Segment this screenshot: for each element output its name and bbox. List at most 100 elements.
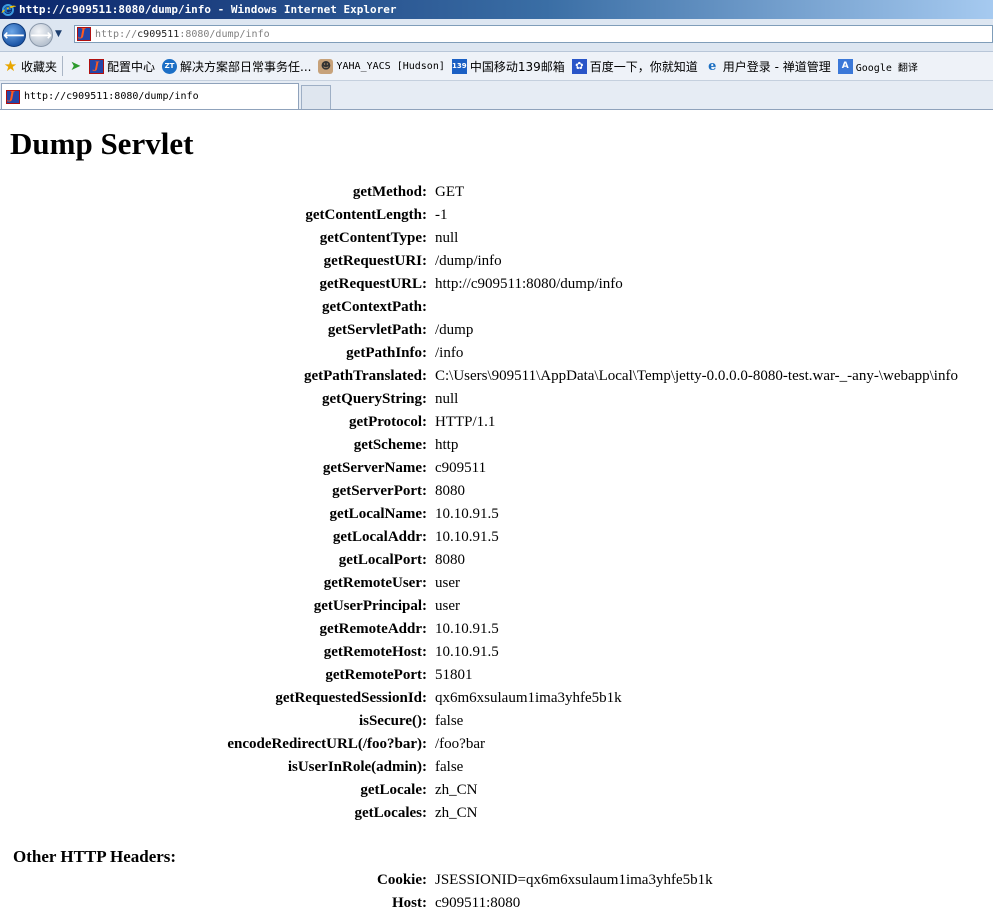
request-info-row: isUserInRole(admin): false <box>0 756 993 779</box>
field-value: 10.10.91.5 <box>435 506 499 522</box>
field-value: /dump/info <box>435 253 502 269</box>
add-favorite-button[interactable]: ➤ <box>68 59 86 74</box>
address-field[interactable]: http://c909511:8080/dump/info <box>74 25 993 43</box>
request-info-row: getPathTranslated: C:\Users\909511\AppDat… <box>0 365 993 388</box>
request-info-row: getRemoteAddr: 10.10.91.5 <box>0 618 993 641</box>
navigation-bar: ⟵ ⟶ ▼ http://c909511:8080/dump/info <box>0 19 993 52</box>
request-info-row: getRemoteUser: user <box>0 572 993 595</box>
favorite-link-139-mail[interactable]: 139 中国移动139邮箱 <box>451 58 565 75</box>
request-info-row: getRequestedSessionId: qx6m6xsulaum1ima3y… <box>0 687 993 710</box>
baidu-icon: ✿ <box>571 58 587 74</box>
field-name: getProtocol: <box>348 414 427 430</box>
field-value: JSESSIONID=qx6m6xsulaum1ima3yhfe5b1k <box>435 872 713 888</box>
tab-favicon-icon <box>6 89 20 104</box>
field-name: getRequestURL: <box>319 276 427 292</box>
field-name: getMethod: <box>352 184 427 200</box>
field-name: getUserPrincipal: <box>313 598 427 614</box>
add-to-favorites-icon: ➤ <box>70 58 81 74</box>
field-name: getServletPath: <box>327 322 427 338</box>
request-info-row: getLocale: zh_CN <box>0 779 993 802</box>
field-name: getQueryString: <box>322 391 427 407</box>
field-value: /foo?bar <box>435 736 485 752</box>
page-title: Dump Servlet <box>10 126 194 161</box>
tab-dump-info[interactable]: http://c909511:8080/dump/info <box>1 83 299 109</box>
field-value: 10.10.91.5 <box>435 621 499 637</box>
field-name: getLocalPort: <box>338 552 427 568</box>
http-headers-table: Cookie: JSESSIONID=qx6m6xsulaum1ima3yhfe5… <box>0 869 993 915</box>
field-value: user <box>435 575 460 591</box>
field-value: 10.10.91.5 <box>435 644 499 660</box>
favorite-link-zentao-login[interactable]: e 用户登录 - 禅道管理 <box>705 58 831 75</box>
request-info-row: getQueryString: null <box>0 388 993 411</box>
field-name: getLocale: <box>360 782 427 798</box>
field-name: Host: <box>392 895 427 911</box>
forward-button[interactable]: ⟶ <box>29 23 53 47</box>
favorite-link-solutions[interactable]: ZT 解决方案部日常事务任... <box>162 58 311 75</box>
field-value: qx6m6xsulaum1ima3yhfe5b1k <box>435 690 622 706</box>
window-title: http://c909511:8080/dump/info - Windows … <box>19 3 397 16</box>
field-value: zh_CN <box>435 782 478 798</box>
field-name: Cookie: <box>377 872 427 888</box>
tab-bar: http://c909511:8080/dump/info <box>0 81 993 110</box>
field-name: getContentType: <box>319 230 427 246</box>
field-name: getRemoteUser: <box>323 575 427 591</box>
headers-section-title: Other HTTP Headers: <box>13 847 177 866</box>
hudson-icon: ☻ <box>318 58 334 74</box>
header-row: Cookie: JSESSIONID=qx6m6xsulaum1ima3yhfe5… <box>0 869 993 892</box>
field-name: getRequestURI: <box>323 253 427 269</box>
field-value: GET <box>435 184 465 200</box>
favorite-link-google-translate[interactable]: A Google 翻译 <box>837 58 918 74</box>
field-value: c909511 <box>435 460 487 476</box>
favorites-separator <box>62 56 64 76</box>
new-tab-button[interactable] <box>301 85 331 109</box>
field-value: /dump <box>435 322 474 338</box>
star-icon: ★ <box>3 57 18 75</box>
field-value: http://c909511:8080/dump/info <box>435 276 623 292</box>
favorite-link-hudson[interactable]: ☻ YAHA_YACS [Hudson] <box>318 58 445 74</box>
field-name: getContentLength: <box>305 207 427 223</box>
favorites-button[interactable]: ★ 收藏夹 <box>3 57 57 75</box>
field-value: zh_CN <box>435 805 478 821</box>
field-value: false <box>435 713 464 729</box>
back-arrow-icon: ⟵ <box>3 26 25 44</box>
field-value: c909511:8080 <box>435 895 521 911</box>
field-name: getServerPort: <box>332 483 427 499</box>
request-info-row: getContentLength: -1 <box>0 204 993 227</box>
field-value: /info <box>435 345 464 361</box>
request-info-row: getScheme: http <box>0 434 993 457</box>
field-name: getServerName: <box>322 460 427 476</box>
field-value: -1 <box>435 207 448 223</box>
field-value: user <box>435 598 460 614</box>
request-info-row: getContextPath: <box>0 296 993 319</box>
request-info-row: getLocalName: 10.10.91.5 <box>0 503 993 526</box>
recent-pages-dropdown-icon[interactable]: ▼ <box>55 29 62 39</box>
field-name: getContextPath: <box>322 299 427 315</box>
back-button[interactable]: ⟵ <box>2 23 26 47</box>
field-name: getRemoteAddr: <box>319 621 427 637</box>
field-value: HTTP/1.1 <box>435 414 496 430</box>
request-info-row: getUserPrincipal: user <box>0 595 993 618</box>
field-value: null <box>435 391 459 407</box>
request-info-table: getMethod: GET getContentLength: -1 getConte… <box>0 181 993 825</box>
request-info-row: getRemoteHost: 10.10.91.5 <box>0 641 993 664</box>
field-value: http <box>435 437 459 453</box>
field-name: encodeRedirectURL(/foo?bar): <box>227 736 427 752</box>
address-url[interactable]: http://c909511:8080/dump/info <box>95 29 270 40</box>
favorite-link-config-center[interactable]: J 配置中心 <box>89 58 155 75</box>
field-name: getRequestedSessionId: <box>275 690 427 706</box>
request-info-row: getServerPort: 8080 <box>0 480 993 503</box>
ie-page-icon: e <box>708 58 717 74</box>
request-info-row: getServletPath: /dump <box>0 319 993 342</box>
field-name: getPathTranslated: <box>303 368 427 384</box>
favorite-link-baidu[interactable]: ✿ 百度一下，你就知道 <box>571 58 698 75</box>
request-info-row: getServerName: c909511 <box>0 457 993 480</box>
request-info-row: getMethod: GET <box>0 181 993 204</box>
request-info-row: getRequestURL: http://c909511:8080/dump/i… <box>0 273 993 296</box>
jetty-icon: J <box>89 58 105 74</box>
request-info-row: getLocalPort: 8080 <box>0 549 993 572</box>
request-info-row: getRemotePort: 51801 <box>0 664 993 687</box>
google-translate-icon: A <box>837 58 853 74</box>
zt-icon: ZT <box>162 58 178 74</box>
mail139-icon: 139 <box>451 58 467 74</box>
request-info-row: getLocales: zh_CN <box>0 802 993 825</box>
